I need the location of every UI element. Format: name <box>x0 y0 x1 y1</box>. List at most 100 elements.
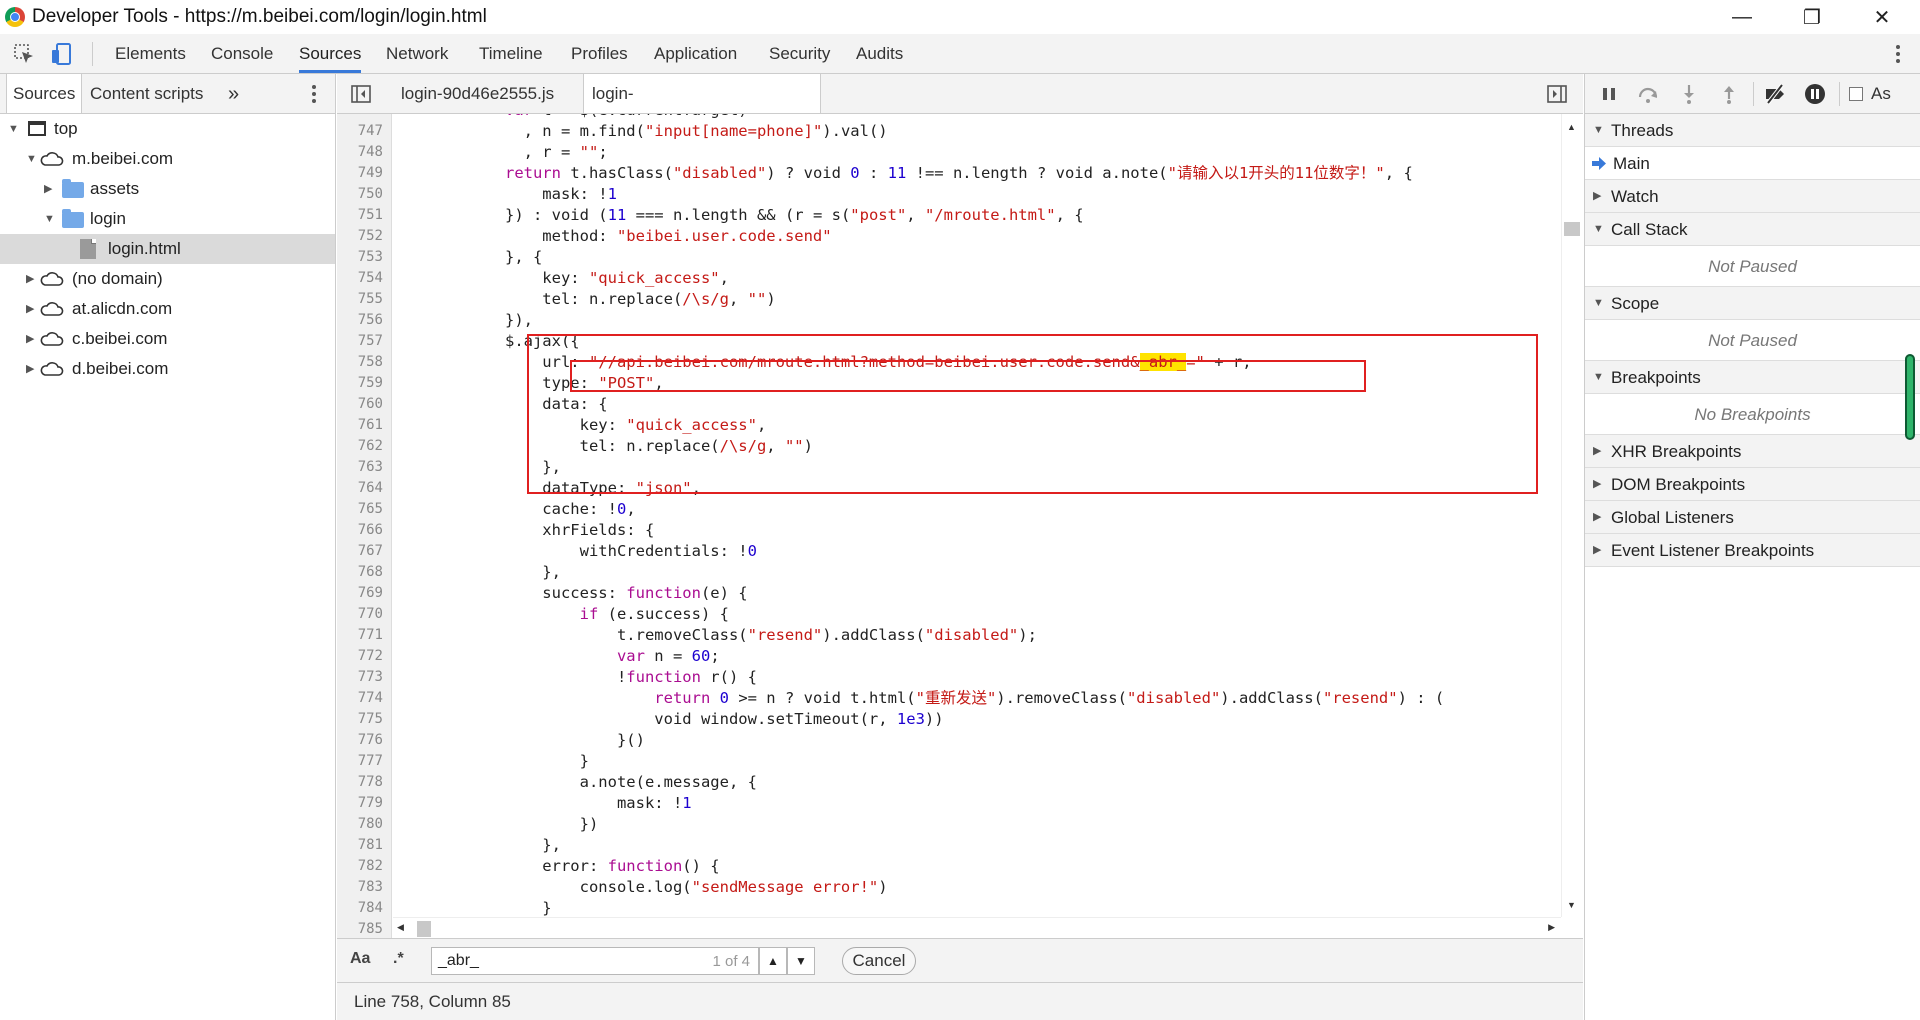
panel-scrollbar-thumb[interactable] <box>1905 354 1915 440</box>
section-global-listeners[interactable]: ▶ Global Listeners <box>1585 501 1920 534</box>
line-number[interactable]: 765 <box>358 499 383 520</box>
deactivate-breakpoints-icon[interactable] <box>1763 82 1787 106</box>
tree-item-m-beibei[interactable]: ▼ m.beibei.com <box>0 144 335 174</box>
line-number[interactable]: 772 <box>358 646 383 667</box>
line-number[interactable]: 783 <box>358 877 383 898</box>
line-number[interactable]: 762 <box>358 436 383 457</box>
tab-application[interactable]: Application <box>654 34 737 73</box>
expanded-triangle-icon[interactable]: ▼ <box>8 114 19 144</box>
section-event-listener-breakpoints[interactable]: ▶ Event Listener Breakpoints <box>1585 534 1920 567</box>
line-number[interactable]: 757 <box>358 331 383 352</box>
expanded-triangle-icon[interactable]: ▼ <box>44 204 55 234</box>
tree-item-login-html[interactable]: login.html <box>0 234 335 264</box>
collapsed-triangle-icon[interactable]: ▶ <box>44 174 52 204</box>
async-checkbox[interactable] <box>1849 87 1863 101</box>
regex-toggle[interactable]: .* <box>393 950 404 968</box>
collapsed-triangle-icon[interactable]: ▶ <box>26 294 34 324</box>
tree-item-login[interactable]: ▼ login <box>0 204 335 234</box>
inspect-element-icon[interactable] <box>12 42 36 66</box>
expanded-triangle-icon[interactable]: ▼ <box>26 144 37 174</box>
scroll-right-arrow-icon[interactable]: ▶ <box>1548 922 1555 933</box>
line-number[interactable]: 774 <box>358 688 383 709</box>
section-dom-breakpoints[interactable]: ▶ DOM Breakpoints <box>1585 468 1920 501</box>
horizontal-scrollbar[interactable]: ◀ ▶ <box>393 917 1561 939</box>
tab-login-js-formatted[interactable]: login-90d46e2555.js:formatted ✕ <box>583 74 821 143</box>
line-number[interactable]: 754 <box>358 268 383 289</box>
line-number[interactable]: 755 <box>358 289 383 310</box>
line-number[interactable]: 784 <box>358 898 383 919</box>
line-number[interactable]: 748 <box>358 142 383 163</box>
line-number[interactable]: 759 <box>358 373 383 394</box>
tab-timeline[interactable]: Timeline <box>479 34 543 73</box>
more-options-icon[interactable] <box>1886 42 1910 66</box>
hscrollbar-thumb[interactable] <box>417 921 431 937</box>
code-editor[interactable]: var t = $(e.currentTarget) , n = m.find(… <box>393 114 1561 917</box>
line-number[interactable]: 785 <box>358 919 383 938</box>
search-cancel-button[interactable]: Cancel <box>842 947 916 975</box>
collapsed-triangle-icon[interactable]: ▶ <box>26 324 34 354</box>
section-call-stack[interactable]: ▼ Call Stack <box>1585 213 1920 246</box>
line-number[interactable]: 751 <box>358 205 383 226</box>
line-number[interactable]: 758 <box>358 352 383 373</box>
device-mode-icon[interactable] <box>50 42 74 66</box>
line-number[interactable]: 766 <box>358 520 383 541</box>
tab-audits[interactable]: Audits <box>856 34 903 73</box>
line-number[interactable]: 746 <box>358 114 383 121</box>
step-over-icon[interactable] <box>1636 82 1660 106</box>
section-breakpoints[interactable]: ▼ Breakpoints <box>1585 361 1920 394</box>
tree-item-c-beibei[interactable]: ▶ c.beibei.com <box>0 324 335 354</box>
section-xhr-breakpoints[interactable]: ▶ XHR Breakpoints <box>1585 435 1920 468</box>
scroll-down-arrow-icon[interactable]: ▼ <box>1567 900 1576 910</box>
line-number[interactable]: 782 <box>358 856 383 877</box>
scroll-left-arrow-icon[interactable]: ◀ <box>397 922 404 933</box>
line-number[interactable]: 771 <box>358 625 383 646</box>
vertical-scrollbar[interactable]: ▲ ▼ <box>1561 114 1583 917</box>
line-number[interactable]: 775 <box>358 709 383 730</box>
line-number[interactable]: 776 <box>358 730 383 751</box>
line-number[interactable]: 760 <box>358 394 383 415</box>
toggle-navigator-icon[interactable] <box>349 82 373 106</box>
search-next-button[interactable]: ▼ <box>787 947 815 975</box>
line-number[interactable]: 777 <box>358 751 383 772</box>
line-number[interactable]: 749 <box>358 163 383 184</box>
section-watch[interactable]: ▶ Watch <box>1585 180 1920 213</box>
tab-console[interactable]: Console <box>211 34 273 73</box>
pause-icon[interactable] <box>1597 82 1621 106</box>
collapsed-triangle-icon[interactable]: ▶ <box>26 354 34 384</box>
tab-content-scripts[interactable]: Content scripts <box>90 74 203 113</box>
navigator-menu-icon[interactable] <box>302 82 326 106</box>
tab-sources-navigator[interactable]: Sources <box>6 74 83 113</box>
line-number[interactable]: 753 <box>358 247 383 268</box>
tab-network[interactable]: Network <box>386 34 448 73</box>
tree-item-no-domain[interactable]: ▶ (no domain) <box>0 264 335 294</box>
line-number[interactable]: 779 <box>358 793 383 814</box>
more-tabs-chevron-icon[interactable]: » <box>228 74 239 113</box>
minimize-button[interactable]: — <box>1712 0 1772 34</box>
line-number[interactable]: 780 <box>358 814 383 835</box>
tab-sources[interactable]: Sources <box>299 34 362 73</box>
tab-login-js[interactable]: login-90d46e2555.js <box>393 74 562 113</box>
line-number[interactable]: 769 <box>358 583 383 604</box>
tab-elements[interactable]: Elements <box>115 34 186 73</box>
section-scope[interactable]: ▼ Scope <box>1585 287 1920 320</box>
line-number[interactable]: 773 <box>358 667 383 688</box>
step-out-icon[interactable] <box>1717 82 1741 106</box>
toggle-debugger-icon[interactable] <box>1545 82 1569 106</box>
section-threads[interactable]: ▼ Threads <box>1585 114 1920 147</box>
tab-security[interactable]: Security <box>769 34 830 73</box>
line-number[interactable]: 763 <box>358 457 383 478</box>
search-previous-button[interactable]: ▲ <box>759 947 787 975</box>
step-into-icon[interactable] <box>1677 82 1701 106</box>
collapsed-triangle-icon[interactable]: ▶ <box>26 264 34 294</box>
line-number[interactable]: 747 <box>358 121 383 142</box>
line-number[interactable]: 768 <box>358 562 383 583</box>
line-number[interactable]: 764 <box>358 478 383 499</box>
line-number[interactable]: 752 <box>358 226 383 247</box>
tree-item-at-alicdn[interactable]: ▶ at.alicdn.com <box>0 294 335 324</box>
thread-main[interactable]: Main <box>1585 147 1920 180</box>
line-number[interactable]: 778 <box>358 772 383 793</box>
scroll-up-arrow-icon[interactable]: ▲ <box>1567 122 1576 132</box>
pause-on-exceptions-icon[interactable] <box>1803 82 1827 106</box>
tree-item-d-beibei[interactable]: ▶ d.beibei.com <box>0 354 335 384</box>
line-number[interactable]: 770 <box>358 604 383 625</box>
